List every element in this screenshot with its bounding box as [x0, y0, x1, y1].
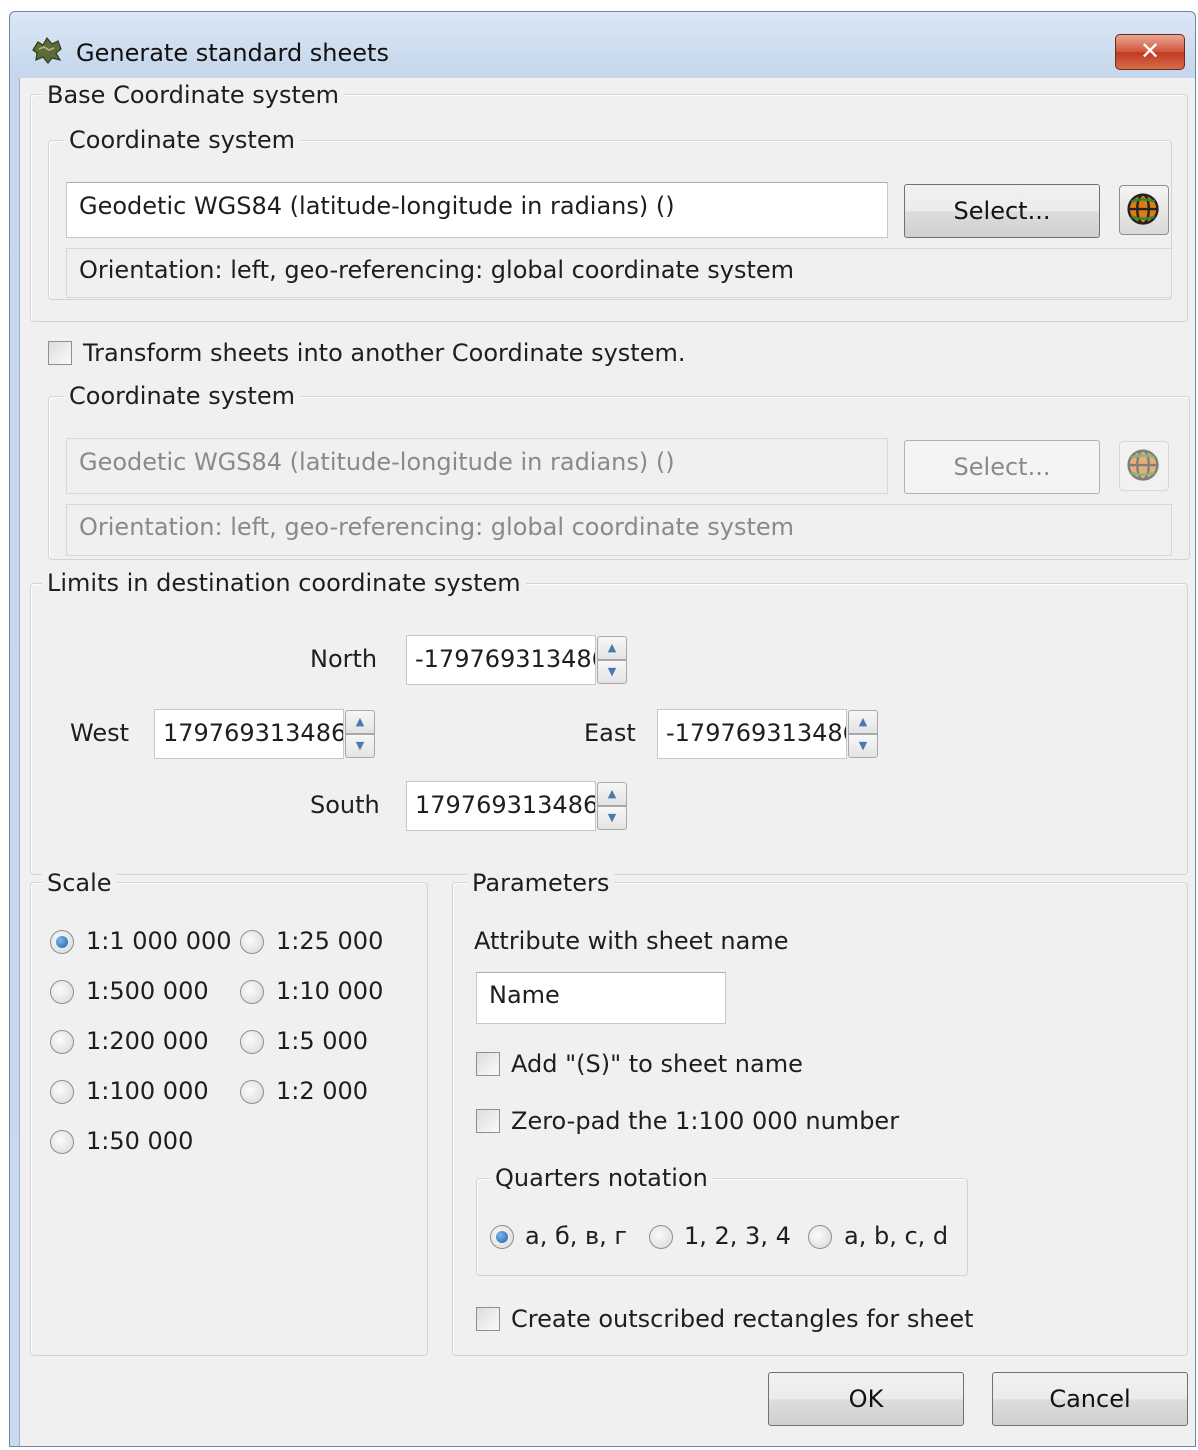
ok-label: OK: [848, 1385, 884, 1413]
scale-option-label[interactable]: 1:500 000: [86, 977, 209, 1005]
scale-option-label[interactable]: 1:1 000 000: [86, 927, 232, 955]
title-bar[interactable]: Generate standard sheets ✕: [10, 12, 1195, 78]
app-icon: [32, 36, 62, 64]
east-input[interactable]: -179769313486: [657, 709, 847, 759]
base-globe-button[interactable]: [1119, 185, 1169, 235]
scale-option-label[interactable]: 1:100 000: [86, 1077, 209, 1105]
transform-orientation-field: Orientation: left, geo-referencing: glob…: [66, 504, 1172, 556]
scale-option-label[interactable]: 1:2 000: [276, 1077, 368, 1105]
scale-radio[interactable]: [50, 1080, 74, 1104]
scale-radio[interactable]: [240, 1030, 264, 1054]
spin-down-icon[interactable]: ▼: [597, 660, 627, 684]
window-title: Generate standard sheets: [76, 39, 389, 67]
scale-option-label[interactable]: 1:50 000: [86, 1127, 193, 1155]
close-icon: ✕: [1139, 37, 1161, 65]
globe-icon: [1127, 193, 1159, 225]
quarters-option-label[interactable]: 1, 2, 3, 4: [684, 1222, 791, 1250]
cancel-label: Cancel: [1049, 1385, 1131, 1413]
base-cs-subgroup-title: Coordinate system: [64, 126, 300, 154]
transform-checkbox[interactable]: [48, 341, 72, 365]
east-label: East: [584, 719, 636, 747]
quarters-option-label[interactable]: а, б, в, г: [525, 1222, 627, 1250]
dialog-client: Base Coordinate system Coordinate system…: [19, 78, 1195, 1446]
spin-down-icon[interactable]: ▼: [345, 734, 375, 758]
base-select-label: Select...: [953, 197, 1051, 225]
attribute-input[interactable]: Name: [476, 972, 726, 1024]
scale-radio[interactable]: [50, 1030, 74, 1054]
scale-radio[interactable]: [240, 930, 264, 954]
scale-radio[interactable]: [50, 1130, 74, 1154]
parameters-group-title: Parameters: [467, 869, 615, 897]
quarters-group-title: Quarters notation: [490, 1164, 713, 1192]
quarters-radio[interactable]: [490, 1225, 514, 1249]
scale-radio[interactable]: [50, 980, 74, 1004]
transform-select-label: Select...: [953, 453, 1051, 481]
transform-cs-field: Geodetic WGS84 (latitude-longitude in ra…: [66, 438, 888, 494]
spin-up-icon[interactable]: ▲: [848, 710, 878, 734]
base-orientation-field: Orientation: left, geo-referencing: glob…: [66, 248, 1172, 298]
east-stepper[interactable]: ▲ ▼: [848, 710, 878, 758]
transform-checkbox-label[interactable]: Transform sheets into another Coordinate…: [83, 339, 685, 367]
add-s-checkbox[interactable]: [476, 1052, 500, 1076]
west-input[interactable]: 1797693134862: [154, 709, 344, 759]
close-button[interactable]: ✕: [1115, 34, 1185, 70]
quarters-radio[interactable]: [649, 1225, 673, 1249]
west-stepper[interactable]: ▲ ▼: [345, 710, 375, 758]
add-s-label[interactable]: Add "(S)" to sheet name: [511, 1050, 803, 1078]
cancel-button[interactable]: Cancel: [992, 1372, 1188, 1426]
scale-option-label[interactable]: 1:5 000: [276, 1027, 368, 1055]
attribute-label: Attribute with sheet name: [474, 927, 789, 955]
globe-icon: [1127, 449, 1159, 481]
base-cs-field[interactable]: Geodetic WGS84 (latitude-longitude in ra…: [66, 182, 888, 238]
transform-cs-subgroup-title: Coordinate system: [64, 382, 300, 410]
zero-pad-label[interactable]: Zero-pad the 1:100 000 number: [511, 1107, 899, 1135]
spin-up-icon[interactable]: ▲: [597, 636, 627, 660]
scale-radio[interactable]: [240, 980, 264, 1004]
north-input[interactable]: -179769313486: [406, 635, 596, 685]
south-input[interactable]: 1797693134862: [406, 781, 596, 831]
outscribed-checkbox[interactable]: [476, 1307, 500, 1331]
scale-option-label[interactable]: 1:25 000: [276, 927, 383, 955]
south-stepper[interactable]: ▲ ▼: [597, 782, 627, 830]
scale-radio[interactable]: [240, 1080, 264, 1104]
outscribed-label[interactable]: Create outscribed rectangles for sheet: [511, 1305, 974, 1333]
spin-down-icon[interactable]: ▼: [848, 734, 878, 758]
scale-group-title: Scale: [42, 869, 117, 897]
west-label: West: [70, 719, 130, 747]
north-label: North: [310, 645, 378, 673]
transform-select-button: Select...: [904, 440, 1100, 494]
scale-option-label[interactable]: 1:10 000: [276, 977, 383, 1005]
scale-option-label[interactable]: 1:200 000: [86, 1027, 209, 1055]
spin-up-icon[interactable]: ▲: [345, 710, 375, 734]
quarters-option-label[interactable]: a, b, c, d: [844, 1222, 948, 1250]
dialog-window: Generate standard sheets ✕ Base Coordina…: [9, 11, 1196, 1447]
quarters-radio[interactable]: [808, 1225, 832, 1249]
ok-button[interactable]: OK: [768, 1372, 964, 1426]
limits-group-title: Limits in destination coordinate system: [42, 569, 526, 597]
scale-radio[interactable]: [50, 930, 74, 954]
south-label: South: [310, 791, 380, 819]
transform-globe-button: [1119, 441, 1169, 491]
spin-down-icon[interactable]: ▼: [597, 806, 627, 830]
base-cs-group-title: Base Coordinate system: [42, 81, 345, 109]
zero-pad-checkbox[interactable]: [476, 1109, 500, 1133]
north-stepper[interactable]: ▲ ▼: [597, 636, 627, 684]
spin-up-icon[interactable]: ▲: [597, 782, 627, 806]
base-select-button[interactable]: Select...: [904, 184, 1100, 238]
